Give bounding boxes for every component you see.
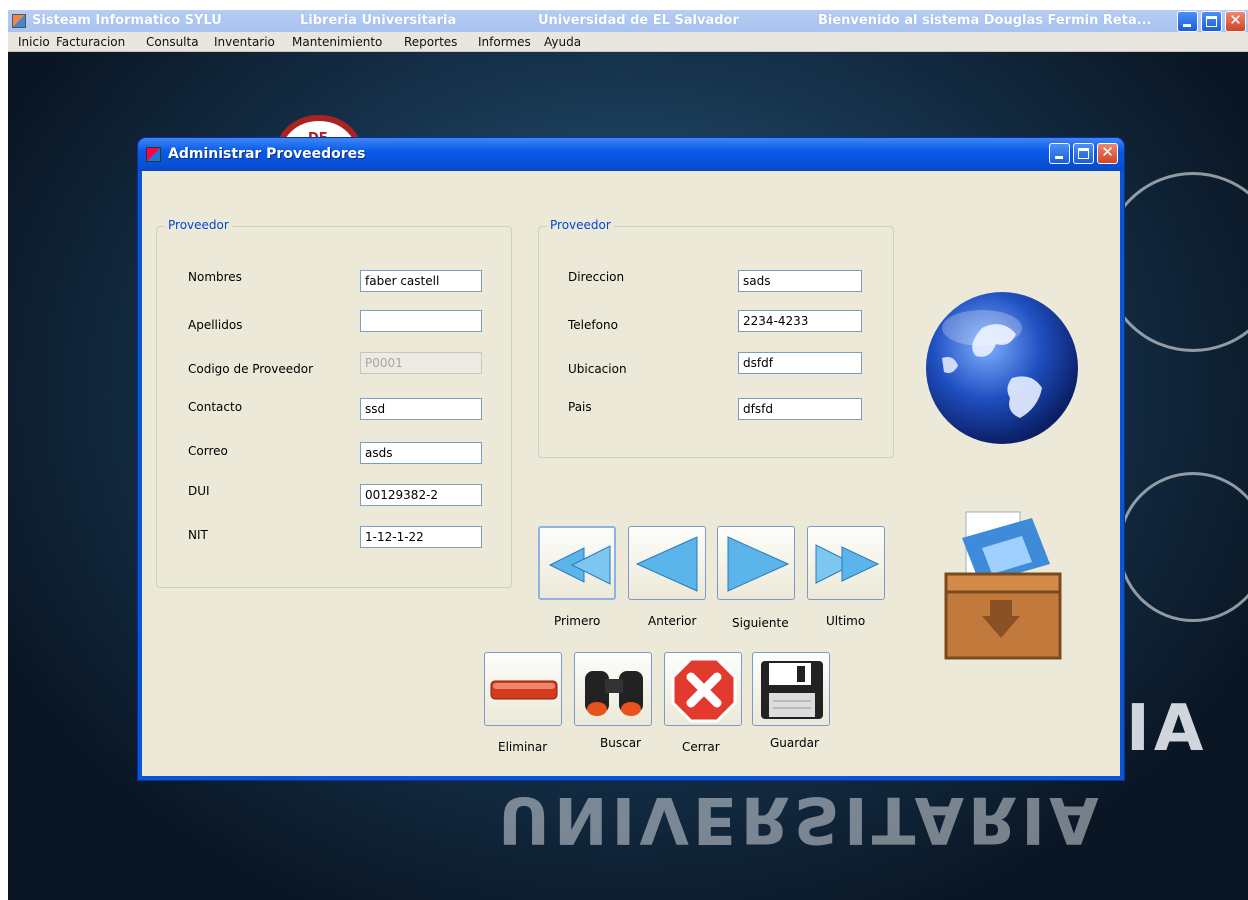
input-codigo-proveedor: P0001 bbox=[360, 352, 482, 374]
group-proveedor-right: Proveedor bbox=[538, 218, 894, 458]
double-left-arrow-icon bbox=[548, 545, 611, 585]
previous-button[interactable] bbox=[628, 526, 706, 600]
main-titlebar[interactable]: Sisteam Informatico SYLU Libreria Univer… bbox=[8, 10, 1248, 32]
menu-consulta[interactable]: Consulta bbox=[146, 35, 199, 49]
close-icon: ✕ bbox=[1229, 11, 1242, 29]
group-left-legend: Proveedor bbox=[165, 218, 232, 232]
stop-close-icon bbox=[671, 657, 737, 723]
minimize-icon bbox=[1183, 24, 1191, 27]
input-nombres[interactable]: faber castell bbox=[360, 270, 482, 292]
dialog-icon bbox=[146, 147, 161, 162]
group-right-legend: Proveedor bbox=[547, 218, 614, 232]
label-ubicacion: Ubicacion bbox=[568, 362, 627, 376]
right-arrow-icon bbox=[727, 536, 790, 592]
label-codigo-proveedor: Codigo de Proveedor bbox=[188, 362, 314, 376]
banner-reflection: UNIVERSITARIA bbox=[498, 782, 1103, 856]
label-nombres: Nombres bbox=[188, 270, 242, 284]
title-system: Sisteam Informatico SYLU bbox=[32, 13, 222, 28]
menu-facturacion[interactable]: Facturacion bbox=[56, 35, 125, 49]
menubar: Inicio Facturacion Consulta Inventario M… bbox=[8, 32, 1248, 52]
close-icon: ✕ bbox=[1101, 143, 1114, 161]
banner-text-partial: IA bbox=[1126, 692, 1208, 766]
dialog-administrar-proveedores: Administrar Proveedores ✕ Proveedor Nomb… bbox=[138, 138, 1124, 780]
label-pais: Pais bbox=[568, 400, 592, 414]
save-button[interactable] bbox=[752, 652, 830, 726]
next-button[interactable] bbox=[717, 526, 795, 600]
swirl-decoration bbox=[1118, 472, 1248, 622]
label-apellidos: Apellidos bbox=[188, 318, 243, 332]
menu-ayuda[interactable]: Ayuda bbox=[544, 35, 581, 49]
menu-reportes[interactable]: Reportes bbox=[404, 35, 457, 49]
next-label: Siguiente bbox=[732, 616, 789, 630]
input-nit[interactable]: 1-12-1-22 bbox=[360, 526, 482, 548]
close-window-button[interactable]: ✕ bbox=[1225, 11, 1246, 32]
close-label: Cerrar bbox=[682, 740, 720, 754]
title-library: Libreria Universitaria bbox=[300, 13, 457, 28]
delete-label: Eliminar bbox=[498, 740, 548, 754]
dialog-maximize-button[interactable] bbox=[1073, 143, 1094, 164]
input-ubicacion[interactable]: dsfdf bbox=[738, 352, 862, 374]
title-university: Universidad de EL Salvador bbox=[538, 13, 739, 28]
search-button[interactable] bbox=[574, 652, 652, 726]
label-correo: Correo bbox=[188, 444, 228, 458]
dialog-titlebar[interactable]: Administrar Proveedores ✕ bbox=[138, 138, 1124, 171]
save-label: Guardar bbox=[770, 736, 819, 750]
label-direccion: Direccion bbox=[568, 270, 625, 284]
maximize-icon bbox=[1078, 148, 1089, 159]
first-label: Primero bbox=[554, 614, 601, 628]
dialog-close-button[interactable]: ✕ bbox=[1097, 143, 1118, 164]
input-correo[interactable]: asds bbox=[360, 442, 482, 464]
menu-mantenimiento[interactable]: Mantenimiento bbox=[292, 35, 382, 49]
input-apellidos[interactable] bbox=[360, 310, 482, 332]
binoculars-icon bbox=[585, 671, 643, 716]
input-dui[interactable]: 00129382-2 bbox=[360, 484, 482, 506]
dialog-minimize-button[interactable] bbox=[1049, 143, 1070, 164]
input-contacto[interactable]: ssd bbox=[360, 398, 482, 420]
maximize-icon bbox=[1206, 16, 1217, 27]
label-dui: DUI bbox=[188, 484, 210, 498]
input-direccion[interactable]: sads bbox=[738, 270, 862, 292]
search-label: Buscar bbox=[600, 736, 641, 750]
menu-inventario[interactable]: Inventario bbox=[214, 35, 275, 49]
close-button[interactable] bbox=[664, 652, 742, 726]
label-contacto: Contacto bbox=[188, 400, 243, 414]
input-telefono[interactable]: 2234-4233 bbox=[738, 310, 862, 332]
minus-icon bbox=[490, 680, 558, 700]
app-icon bbox=[12, 14, 26, 28]
menu-inicio[interactable]: Inicio bbox=[18, 35, 50, 49]
last-label: Ultimo bbox=[826, 614, 866, 628]
label-telefono: Telefono bbox=[568, 318, 618, 332]
globe-icon bbox=[926, 292, 1078, 444]
first-button[interactable] bbox=[538, 526, 616, 600]
minimize-button[interactable] bbox=[1177, 11, 1198, 32]
left-arrow-icon bbox=[635, 536, 698, 592]
menu-informes[interactable]: Informes bbox=[478, 35, 531, 49]
archive-box-icon bbox=[944, 511, 1062, 660]
title-welcome: Bienvenido al sistema Douglas Fermin Ret… bbox=[818, 13, 1152, 28]
floppy-disk-icon bbox=[761, 661, 823, 719]
label-nit: NIT bbox=[188, 528, 208, 542]
last-button[interactable] bbox=[807, 526, 885, 600]
input-pais[interactable]: dfsfd bbox=[738, 398, 862, 420]
maximize-button[interactable] bbox=[1201, 11, 1222, 32]
minimize-icon bbox=[1055, 156, 1063, 159]
dialog-title: Administrar Proveedores bbox=[168, 146, 366, 162]
previous-label: Anterior bbox=[648, 614, 697, 628]
double-right-arrow-icon bbox=[815, 544, 880, 584]
swirl-decoration bbox=[1103, 172, 1248, 352]
delete-button[interactable] bbox=[484, 652, 562, 726]
